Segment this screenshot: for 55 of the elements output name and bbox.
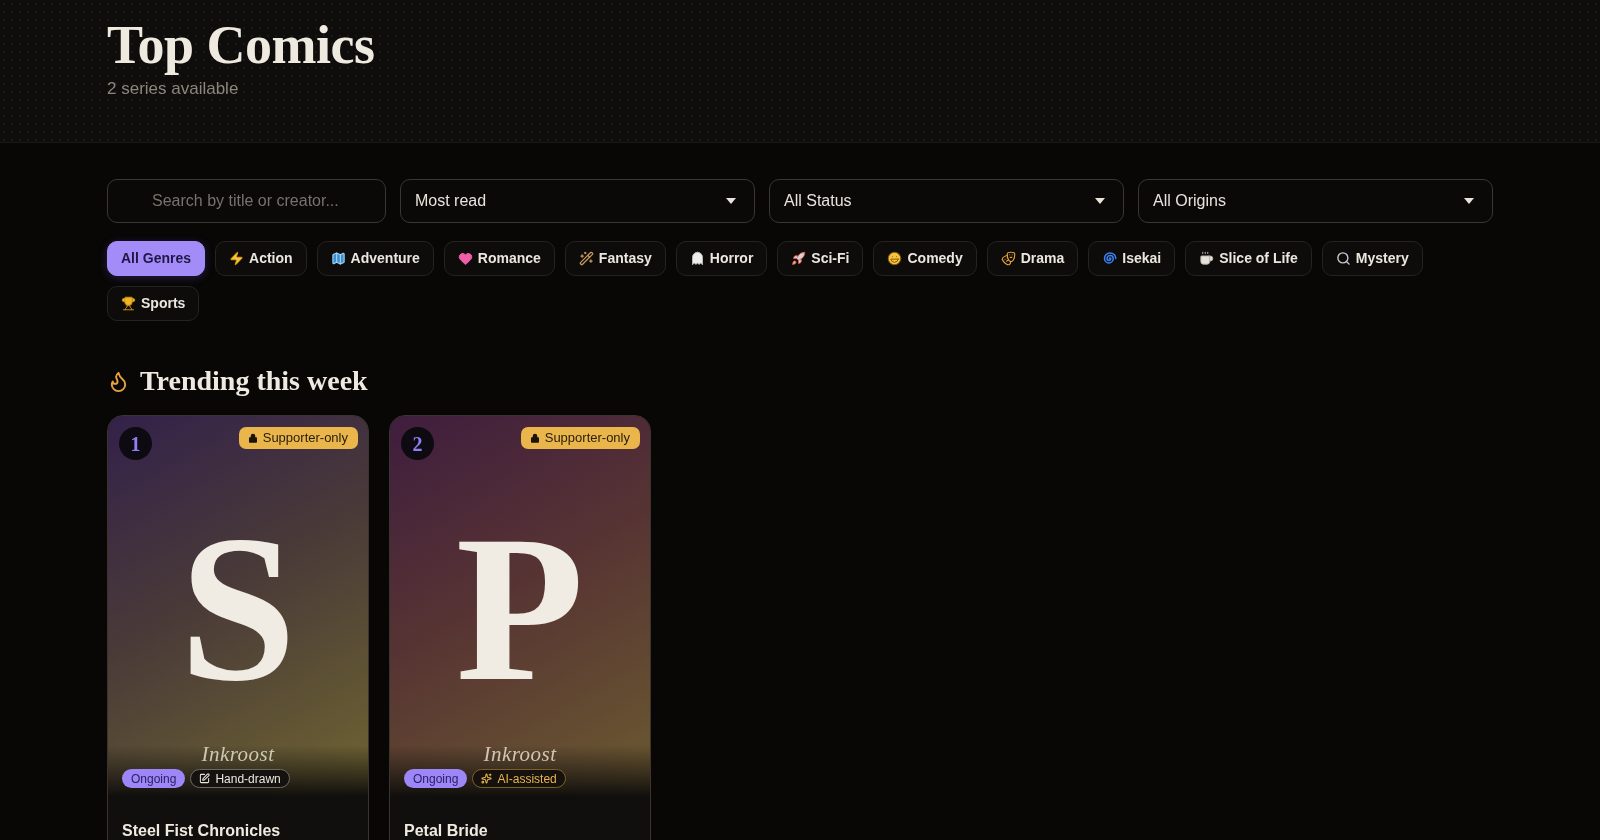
pencil-icon [199, 773, 211, 784]
comic-title: Steel Fist Chronicles [122, 821, 281, 840]
genre-chip[interactable]: Isekai [1088, 241, 1176, 276]
lock-icon [248, 433, 257, 443]
genre-chip[interactable]: Fantasy [564, 241, 666, 276]
access-label: Supporter-only [262, 430, 348, 446]
filter-dropdown[interactable]: All Status [769, 179, 1124, 223]
caret-icon [1464, 198, 1474, 204]
genre-chip[interactable]: Horror [675, 241, 768, 276]
status-tag: Ongoing [122, 769, 186, 788]
comic-card[interactable]: 1 Supporter-only S Inkroost Ongoing Hand-drawn Steel Fist Chronicles [107, 415, 369, 840]
genre-chip[interactable]: All Genres [107, 241, 206, 276]
lock-icon [530, 433, 539, 443]
caret-icon [1095, 198, 1105, 204]
genre-chip[interactable]: Action [215, 241, 307, 276]
origin-label: Hand-drawn [215, 771, 281, 786]
genre-chip[interactable]: Drama [986, 241, 1079, 276]
genre-chip[interactable]: Comedy [873, 241, 977, 276]
page-title: Top Comics [107, 14, 375, 76]
genre-chip[interactable]: Adventure [316, 241, 434, 276]
ghost-icon [689, 251, 705, 266]
rank-badge: 2 [401, 427, 434, 460]
wand-icon [578, 251, 594, 266]
genre-chip[interactable]: Sports [107, 286, 200, 321]
caret-icon [726, 198, 736, 204]
genre-chip[interactable]: Romance [443, 241, 555, 276]
magnifier-icon [1335, 251, 1351, 266]
trophy-icon [121, 296, 136, 311]
status-tag: Ongoing [404, 769, 468, 788]
coffee-cup-icon [1199, 251, 1215, 266]
swirl-icon [1102, 251, 1118, 266]
filter-dropdown[interactable]: Most read [400, 179, 755, 223]
comic-card[interactable]: 2 Supporter-only P Inkroost Ongoing AI-assisted Petal Bride [389, 415, 651, 840]
cover-letter: S [179, 508, 297, 708]
theater-masks-icon [1000, 251, 1016, 266]
comic-title: Petal Bride [404, 821, 488, 840]
search-field[interactable]: Search by title or creator... [107, 179, 386, 223]
series-count: 2 series available [107, 78, 239, 100]
sparkle-icon [481, 773, 493, 784]
access-label: Supporter-only [544, 430, 630, 446]
genre-chip[interactable]: Sci-Fi [777, 241, 864, 276]
genre-chip[interactable]: Mystery [1321, 241, 1423, 276]
section-heading: Trending this week [140, 365, 368, 397]
map-icon [330, 251, 346, 266]
publisher-name: Inkroost [201, 742, 275, 766]
origin-label: AI-assisted [497, 771, 557, 786]
heart-icon [457, 251, 473, 266]
rocket-icon [791, 251, 807, 266]
laughing-face-icon [887, 251, 903, 266]
rank-badge: 1 [119, 427, 152, 460]
publisher-name: Inkroost [483, 742, 557, 766]
genre-chip[interactable]: Slice of Life [1185, 241, 1312, 276]
filter-dropdown[interactable]: All Origins [1138, 179, 1493, 223]
cover-letter: P [455, 508, 585, 708]
lightning-icon [229, 251, 245, 266]
